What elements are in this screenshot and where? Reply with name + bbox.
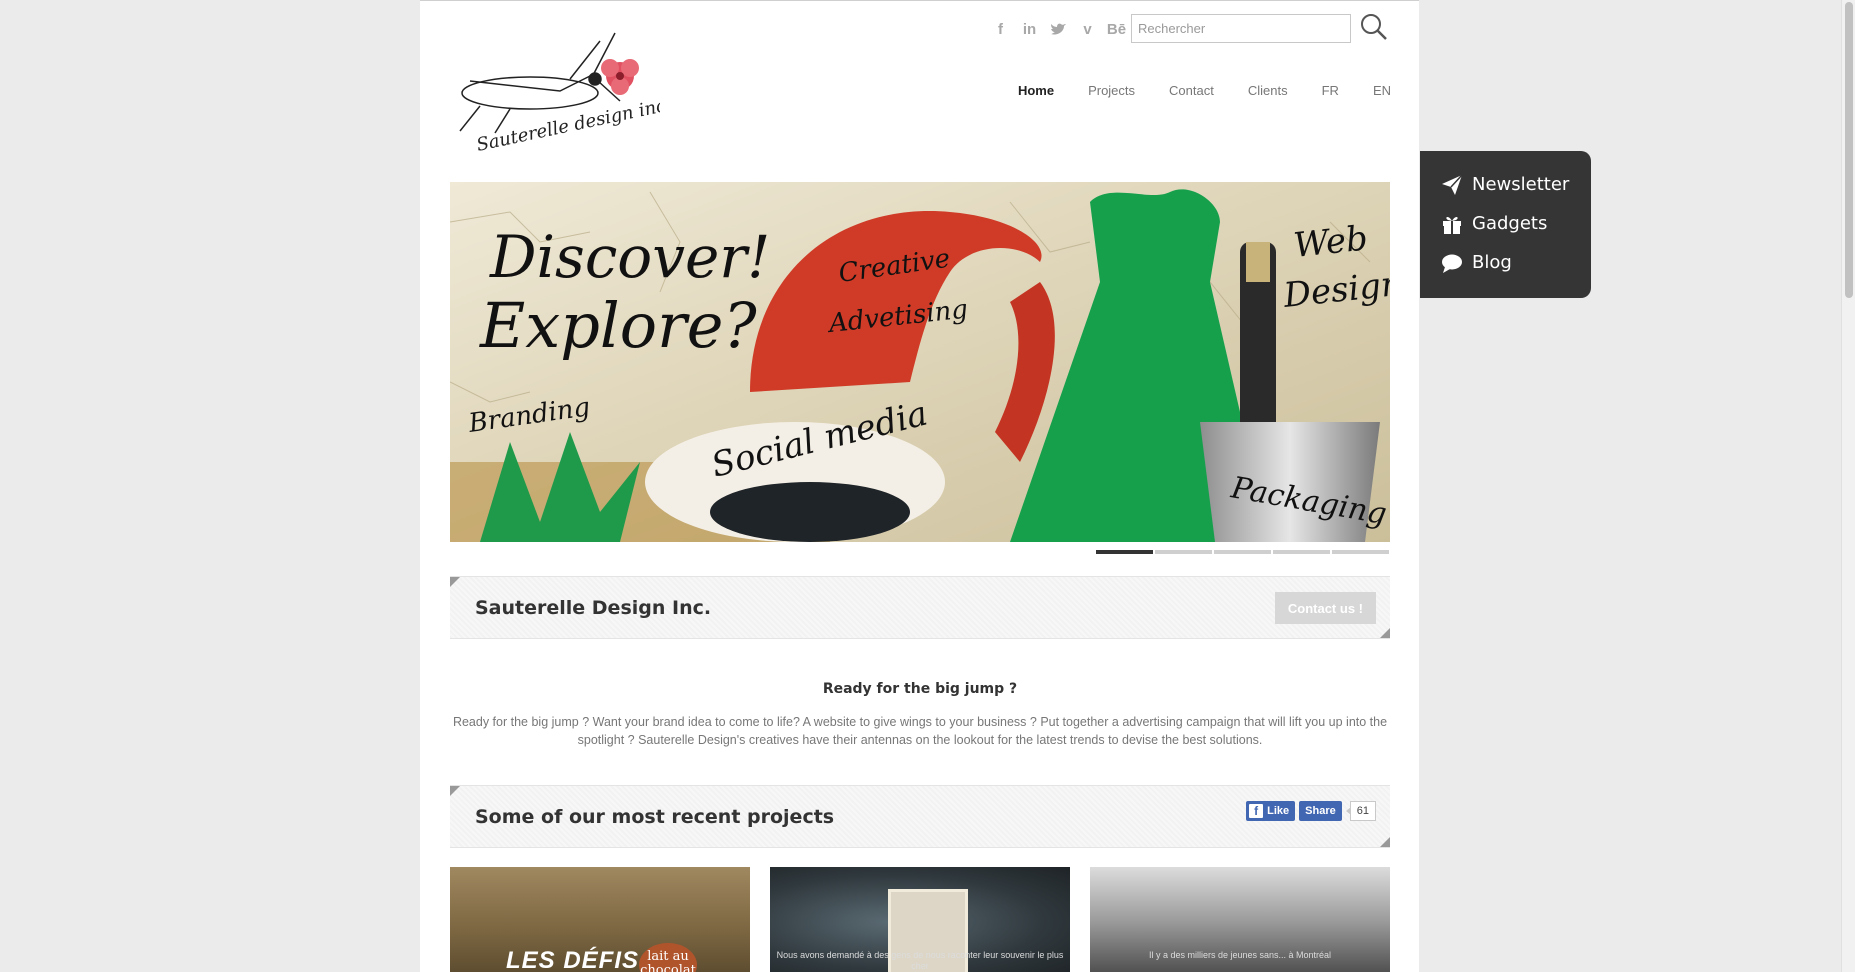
twitter-icon[interactable] [1044,17,1073,41]
project-thumbnail[interactable]: Il y a des milliers de jeunes sans... à … [1090,867,1390,972]
side-menu-newsletter[interactable]: Newsletter [1440,165,1591,204]
gift-icon [1443,216,1461,234]
thumbnail-caption: Il y a des milliers de jeunes sans... à … [1148,950,1332,960]
project-thumbnail[interactable]: LES DÉFIS lait au chocolat [450,867,750,972]
search-input[interactable] [1131,14,1351,43]
projects-title: Some of our most recent projects [475,806,835,828]
side-menu-label: Gadgets [1472,213,1548,234]
search-icon[interactable] [1359,12,1389,42]
vimeo-icon[interactable]: v [1073,17,1102,41]
nav-contact[interactable]: Contact [1152,83,1231,98]
side-menu-blog[interactable]: Blog [1440,243,1591,282]
intro-headline: Ready for the big jump ? [822,681,1018,697]
behance-icon[interactable]: Bē [1102,17,1131,41]
paper-plane-icon [1442,173,1463,195]
nav-clients[interactable]: Clients [1231,83,1305,98]
corner-decoration [1380,628,1390,638]
main-nav: Home Projects Contact Clients FR EN [1001,83,1391,98]
side-menu: Newsletter Gadgets Blog [1420,151,1591,298]
speech-bubble-icon [1442,254,1462,273]
project-thumbnails: LES DÉFIS lait au chocolat Nous avons de… [450,867,1390,972]
facebook-widget: f Like Share 61 [1246,801,1376,821]
corner-decoration [450,786,460,796]
slider-dot-2[interactable] [1155,550,1212,554]
like-label: Like [1267,805,1290,817]
linkedin-icon[interactable]: in [1015,17,1044,41]
side-menu-gadgets[interactable]: Gadgets [1440,204,1591,243]
logo-text: Sauterelle design inc. [475,94,660,156]
thumbnail-caption: LES DÉFIS [506,947,640,972]
projects-box: Some of our most recent projects f Like S… [450,785,1390,848]
thumbnail-badge: lait au chocolat [639,943,697,972]
share-count: 61 [1345,801,1376,821]
facebook-like-button[interactable]: f Like [1246,801,1296,821]
slider-dot-1[interactable] [1096,550,1153,554]
intro-text: Ready for the big jump ? Want your brand… [452,715,1388,747]
scrollbar[interactable] [1841,0,1855,972]
slider-dot-5[interactable] [1332,550,1389,554]
corner-decoration [450,577,460,587]
contact-us-button[interactable]: Contact us ! [1274,592,1376,624]
banner-headline-1: Discover! [489,223,770,291]
scrollbar-thumb[interactable] [1845,2,1853,298]
company-box: Sauterelle Design Inc. Contact us ! [450,576,1390,639]
facebook-share-button[interactable]: Share [1299,801,1342,821]
slider-dot-3[interactable] [1214,550,1271,554]
slider-dot-4[interactable] [1273,550,1330,554]
page-container: Sauterelle design inc. f in v Bē Home Pr… [420,0,1419,972]
nav-home[interactable]: Home [1001,83,1071,98]
side-menu-label: Newsletter [1472,174,1570,195]
banner-web: Web [1292,218,1370,266]
company-title: Sauterelle Design Inc. [475,597,712,619]
nav-lang-fr[interactable]: FR [1305,83,1356,98]
thumbnail-caption: Nous avons demandé à des gens de nous ra… [776,950,1064,971]
facebook-icon[interactable]: f [986,17,1015,41]
facebook-icon: f [1249,804,1264,818]
social-links: f in v Bē [986,17,1131,41]
corner-decoration [1380,837,1390,847]
nav-projects[interactable]: Projects [1071,83,1152,98]
side-menu-label: Blog [1472,252,1512,273]
slider-dots [1096,550,1389,554]
banner-headline-2: Explore? [479,289,757,362]
hero-banner[interactable]: Discover! Explore? Creative Advetising B… [450,182,1390,542]
project-thumbnail[interactable]: Nous avons demandé à des gens de nous ra… [770,867,1070,972]
nav-lang-en[interactable]: EN [1356,83,1391,98]
logo[interactable]: Sauterelle design inc. [450,21,674,161]
